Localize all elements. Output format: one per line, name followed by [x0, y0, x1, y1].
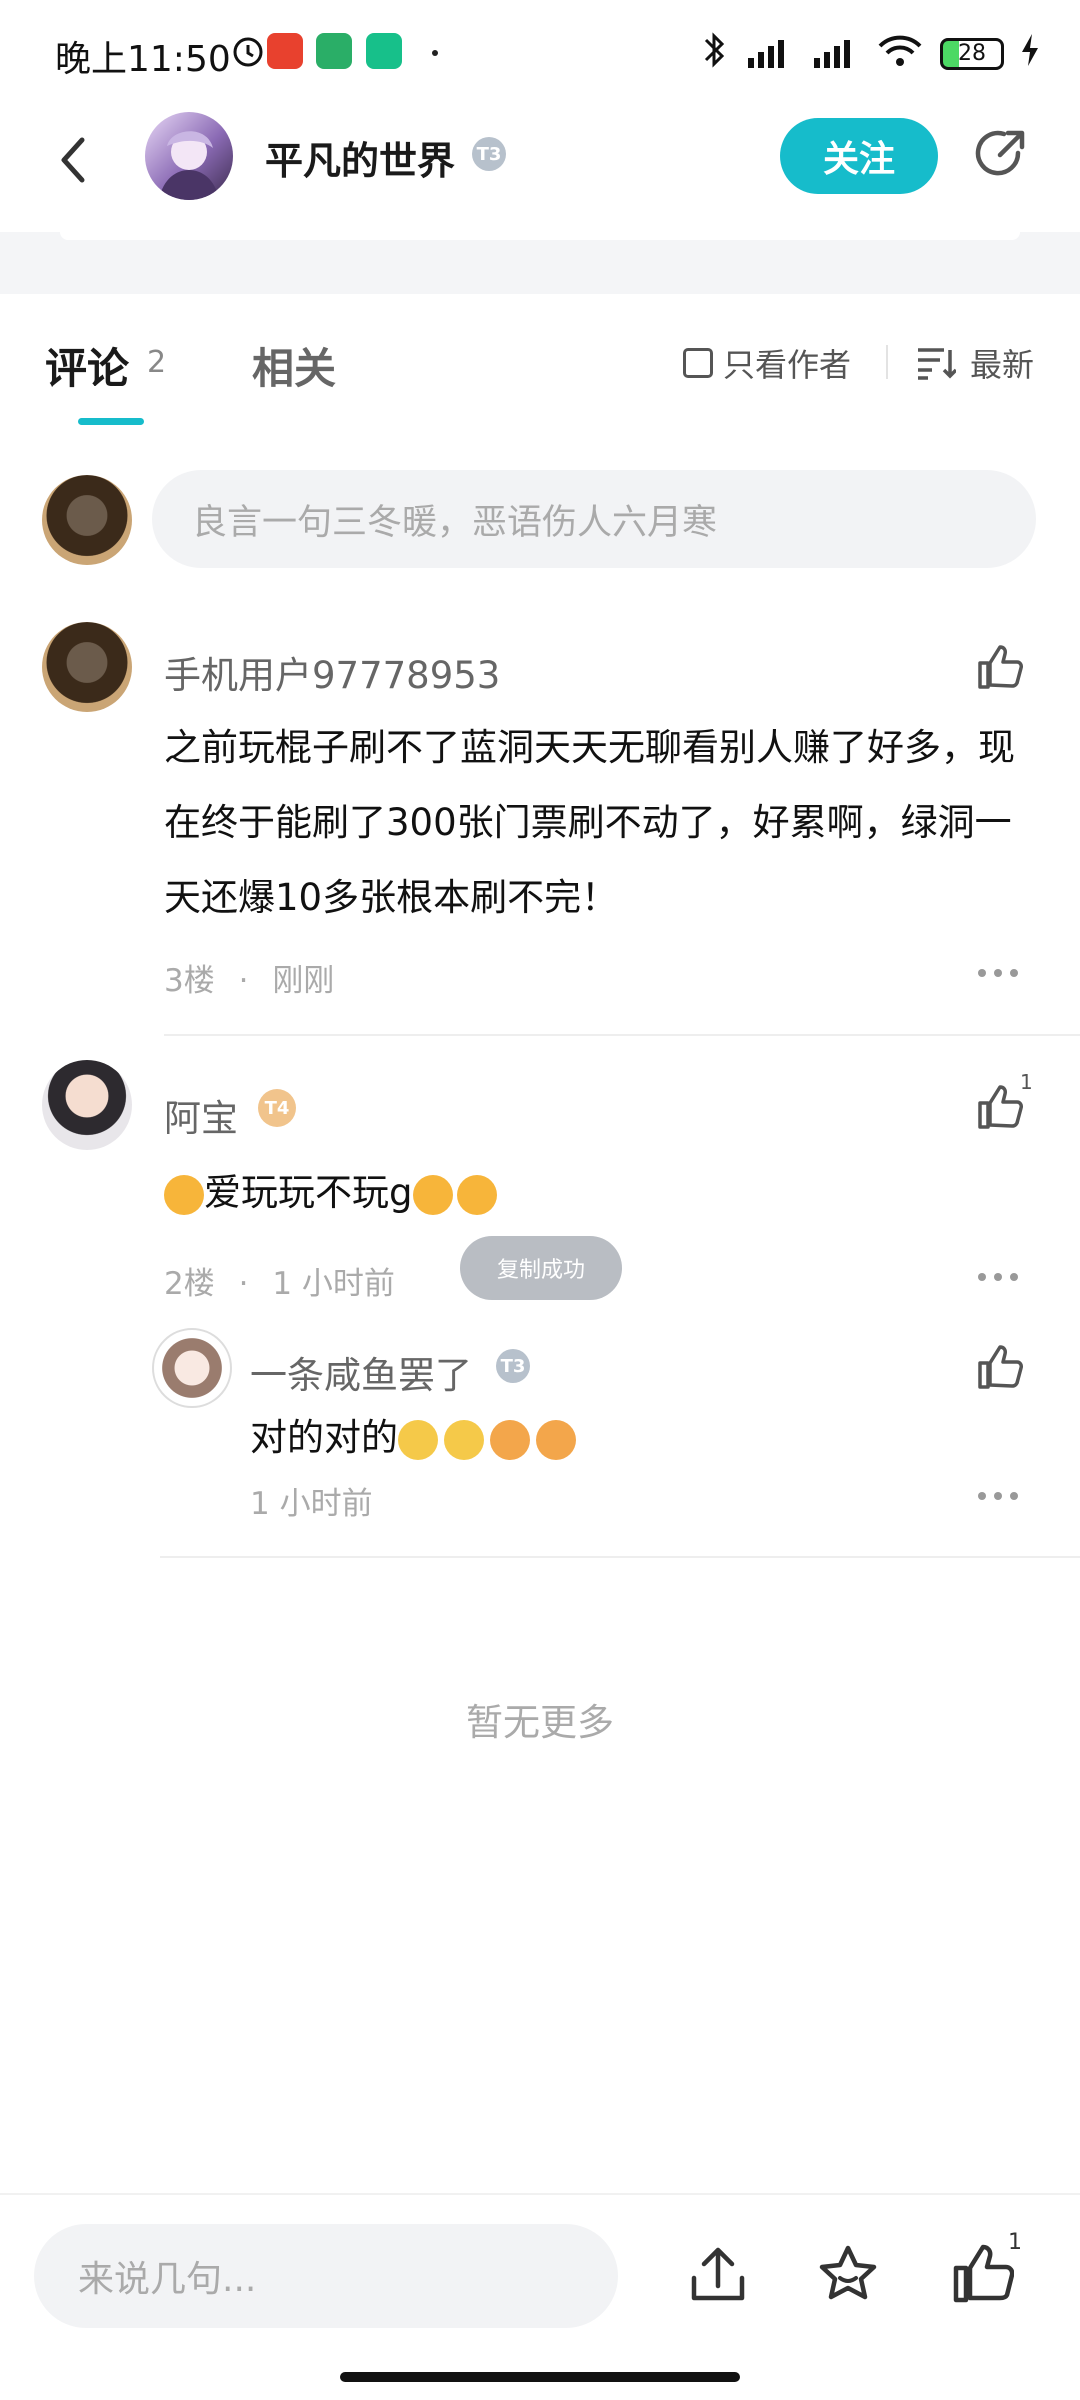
reply-text: 对的对的 — [250, 1400, 576, 1475]
like-count: 1 — [1020, 1070, 1033, 1094]
comment-divider — [164, 1034, 1080, 1036]
author-avatar[interactable] — [145, 112, 233, 200]
comment-time: 刚刚 — [272, 963, 335, 999]
reply-time: 1 小时前 — [250, 1486, 373, 1522]
comment-username[interactable]: 手机用户97778953 — [164, 645, 500, 699]
comment-text: 之前玩棍子刷不了蓝洞天天无聊看别人赚了好多，现在终于能刷了300张门票刷不动了，… — [164, 726, 1015, 919]
comment-input-placeholder: 良言一句三冬暖，恶语伤人六月寒 — [192, 502, 718, 543]
emoji-flower-icon — [490, 1419, 530, 1460]
more-notifications-dot — [432, 50, 438, 56]
share-arrow-icon — [975, 130, 1025, 176]
share-button[interactable] — [970, 125, 1030, 185]
active-tab-indicator — [78, 418, 144, 425]
bluetooth-icon — [700, 30, 728, 77]
post-like-count: 1 — [1008, 2230, 1022, 2255]
alarm-icon — [230, 33, 266, 69]
upload-icon — [691, 2247, 745, 2301]
tab-related[interactable]: 相关 — [252, 335, 336, 396]
comment-text: 爱玩玩不玩g — [164, 1155, 497, 1230]
level-badge: T3 — [496, 1349, 530, 1383]
section-separator — [0, 232, 1080, 294]
like-button[interactable] — [976, 1343, 1024, 1391]
charging-icon — [1020, 32, 1040, 75]
emoji-laugh-icon — [164, 1174, 204, 1215]
tab-comments[interactable]: 评论 — [45, 335, 129, 396]
my-avatar — [42, 475, 132, 565]
comment-meta: 2楼 · 1 小时前 — [164, 1258, 395, 1303]
avatar[interactable] — [42, 622, 132, 712]
emoji-flower-icon — [536, 1419, 576, 1460]
avatar[interactable] — [152, 1328, 232, 1408]
sort-lines-icon — [918, 348, 956, 380]
more-button[interactable] — [978, 969, 1018, 981]
only-author-toggle[interactable]: 只看作者 — [683, 340, 851, 386]
meta-separator: · — [238, 1266, 249, 1302]
no-more-text: 暂无更多 — [466, 1701, 614, 1744]
sort-button[interactable]: 最新 — [916, 340, 1034, 386]
meta-separator: · — [238, 963, 249, 999]
comment-floor: 3楼 — [164, 963, 215, 999]
level-badge: T3 — [472, 137, 506, 171]
bottom-comment-input[interactable]: 来说几句... — [34, 2224, 618, 2328]
thumbs-up-icon — [978, 1345, 1023, 1389]
content-card-bottom — [60, 232, 1020, 240]
thumbs-up-icon — [953, 2244, 1015, 2303]
battery-icon: 28 — [940, 37, 1004, 70]
comment-time: 1 小时前 — [272, 1266, 395, 1302]
emoji-smile-icon — [444, 1419, 484, 1460]
avatar[interactable] — [42, 1060, 132, 1150]
emoji-laugh-icon — [456, 1174, 497, 1215]
comment-divider — [160, 1556, 1080, 1558]
wechat-icon — [316, 33, 352, 69]
only-author-checkbox[interactable] — [683, 348, 713, 378]
reply-username[interactable]: 一条咸鱼罢了 — [250, 1345, 472, 1399]
app-notification-icon — [267, 33, 303, 69]
comments-count: 2 — [147, 345, 167, 380]
like-button[interactable] — [976, 643, 1024, 691]
home-indicator[interactable] — [340, 2372, 740, 2382]
divider — [886, 345, 888, 379]
more-button[interactable] — [978, 1273, 1018, 1285]
sort-label: 最新 — [970, 346, 1035, 384]
back-button[interactable] — [50, 130, 100, 190]
signal-icon — [810, 30, 860, 77]
comment-text-content: 爱玩玩不玩g — [204, 1171, 413, 1214]
status-time: 晚上11:50 — [55, 39, 231, 80]
more-button[interactable] — [978, 1492, 1018, 1504]
favorite-button[interactable] — [816, 2242, 880, 2306]
app-notification-icon — [366, 33, 402, 69]
like-post-button[interactable] — [950, 2242, 1015, 2306]
star-icon — [819, 2245, 877, 2300]
thumbs-up-icon — [978, 1085, 1023, 1129]
bottom-input-placeholder: 来说几句... — [78, 2259, 257, 2300]
emoji-laugh-icon — [412, 1174, 453, 1215]
follow-button[interactable]: 关注 — [780, 118, 938, 194]
comment-floor: 2楼 — [164, 1266, 215, 1302]
toast: 复制成功 — [460, 1236, 622, 1300]
signal-icon — [744, 30, 794, 77]
status-indicators: 28 — [700, 30, 1040, 77]
battery-level: 28 — [958, 41, 986, 66]
author-name[interactable]: 平凡的世界 — [265, 130, 455, 185]
comment-meta: 3楼 · 刚刚 — [164, 955, 334, 1000]
wifi-icon — [876, 30, 924, 77]
like-button[interactable] — [976, 1083, 1024, 1131]
comment-username[interactable]: 阿宝 — [164, 1088, 238, 1142]
upload-button[interactable] — [686, 2242, 750, 2306]
chevron-left-icon — [61, 137, 85, 183]
only-author-label: 只看作者 — [723, 346, 852, 384]
emoji-smile-icon — [398, 1419, 438, 1460]
level-badge: T4 — [258, 1089, 296, 1127]
comment-input[interactable]: 良言一句三冬暖，恶语伤人六月寒 — [152, 470, 1036, 568]
thumbs-up-icon — [978, 645, 1023, 689]
reply-text-content: 对的对的 — [250, 1416, 398, 1459]
